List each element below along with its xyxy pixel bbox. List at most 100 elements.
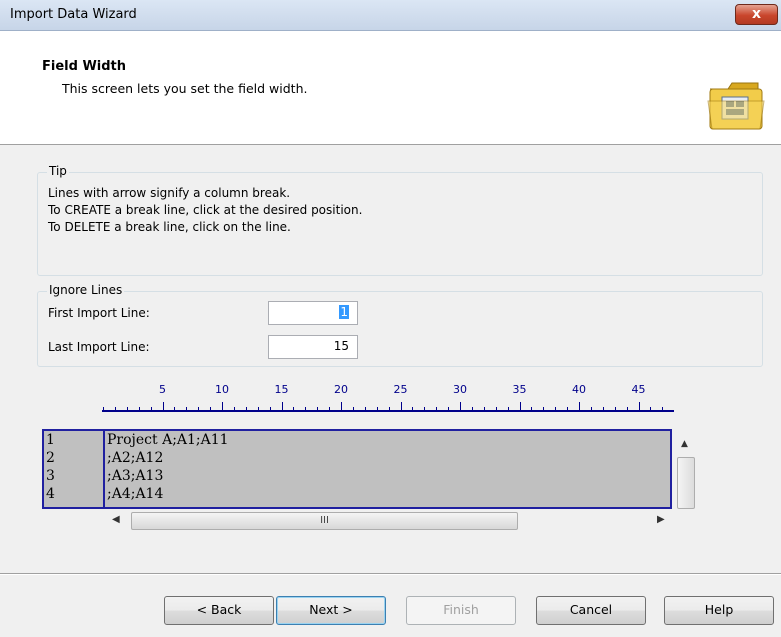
ruler-tick bbox=[114, 407, 116, 410]
tip-line: To DELETE a break line, click on the lin… bbox=[48, 220, 291, 234]
ruler-tick bbox=[222, 402, 223, 410]
title-bar: Import Data Wizard x bbox=[0, 0, 781, 31]
line-number: 2 bbox=[46, 450, 55, 466]
cancel-button[interactable]: Cancel bbox=[536, 596, 646, 625]
ruler-tick bbox=[352, 407, 354, 410]
ruler-tick bbox=[198, 407, 200, 410]
scroll-up-icon[interactable]: ▲ bbox=[681, 439, 688, 449]
ruler-tick bbox=[376, 407, 378, 410]
line-number: 1 bbox=[46, 432, 55, 448]
ignore-lines-legend: Ignore Lines bbox=[47, 283, 125, 297]
window-title: Import Data Wizard bbox=[10, 7, 137, 22]
ruler-tick bbox=[400, 402, 402, 410]
line-number: 4 bbox=[46, 486, 55, 502]
ruler-tick bbox=[436, 407, 438, 410]
folder-icon bbox=[707, 82, 765, 130]
ruler-tick bbox=[210, 407, 212, 410]
line-number-column: 1 2 3 4 bbox=[44, 431, 105, 507]
ruler-tick bbox=[638, 402, 640, 410]
data-preview[interactable]: 1 2 3 4 Project A;A1;A11 ;A2;A12 ;A3;A13… bbox=[42, 429, 672, 509]
preview-row: ;A4;A14 bbox=[107, 486, 164, 502]
ruler-tick bbox=[388, 407, 390, 410]
tip-legend: Tip bbox=[47, 164, 69, 178]
ruler-tick bbox=[305, 407, 307, 410]
footer-separator-highlight bbox=[0, 574, 781, 575]
scroll-grip-icon: III bbox=[320, 515, 329, 526]
horizontal-scroll-thumb[interactable]: III bbox=[131, 512, 518, 530]
ruler-tick bbox=[329, 407, 331, 410]
scroll-left-icon[interactable]: ◀ bbox=[112, 514, 120, 525]
first-import-line-label: First Import Line: bbox=[48, 306, 150, 320]
ruler-tick bbox=[293, 407, 295, 410]
ruler-tick bbox=[245, 407, 247, 410]
close-button[interactable]: x bbox=[735, 4, 778, 25]
ruler-baseline bbox=[102, 410, 674, 412]
column-ruler[interactable]: 5 10 15 20 25 30 35 40 45 bbox=[102, 383, 674, 413]
ruler-label: 10 bbox=[215, 383, 229, 396]
ruler-tick bbox=[138, 407, 140, 410]
ruler-tick bbox=[507, 407, 509, 410]
ruler-tick bbox=[412, 407, 414, 410]
wizard-header: Field Width This screen lets you set the… bbox=[0, 31, 781, 145]
ruler-tick bbox=[483, 407, 485, 410]
ruler-tick bbox=[519, 402, 521, 410]
ruler-tick bbox=[364, 407, 366, 410]
ruler-tick bbox=[103, 407, 104, 410]
vertical-scroll-thumb[interactable] bbox=[677, 457, 695, 509]
last-import-line-label: Last Import Line: bbox=[48, 340, 150, 354]
ruler-tick bbox=[531, 407, 533, 410]
ruler-label: 5 bbox=[159, 383, 166, 396]
tip-line: To CREATE a break line, click at the des… bbox=[48, 203, 363, 217]
ruler-tick bbox=[126, 407, 128, 410]
ruler-tick bbox=[567, 407, 569, 410]
ruler-tick bbox=[269, 407, 271, 410]
preview-row: ;A3;A13 bbox=[107, 468, 164, 484]
ruler-tick bbox=[448, 407, 450, 410]
next-button[interactable]: Next > bbox=[276, 596, 386, 625]
last-import-line-field[interactable]: 15 bbox=[268, 335, 358, 359]
ruler-tick bbox=[281, 402, 283, 410]
ruler-tick bbox=[471, 407, 473, 410]
ruler-tick bbox=[614, 407, 616, 410]
close-icon: x bbox=[751, 6, 762, 22]
ruler-tick bbox=[150, 407, 152, 410]
horizontal-scrollbar[interactable]: ◀ III ▶ bbox=[104, 511, 670, 531]
line-number: 3 bbox=[46, 468, 55, 484]
ruler-tick bbox=[317, 407, 319, 410]
ruler-tick bbox=[424, 407, 426, 410]
ruler-label: 45 bbox=[631, 383, 646, 396]
ruler-tick bbox=[650, 407, 652, 410]
ruler-label: 15 bbox=[274, 383, 289, 396]
scroll-right-icon[interactable]: ▶ bbox=[657, 514, 665, 525]
page-subtitle: This screen lets you set the field width… bbox=[62, 81, 308, 96]
ruler-label: 25 bbox=[393, 383, 408, 396]
ruler-tick bbox=[174, 407, 176, 410]
ruler-tick bbox=[662, 407, 664, 410]
first-import-line-field[interactable]: 1 bbox=[268, 301, 358, 325]
finish-button[interactable]: Finish bbox=[406, 596, 516, 625]
ruler-tick bbox=[233, 407, 235, 410]
ruler-label: 20 bbox=[334, 383, 348, 396]
ruler-label: 35 bbox=[512, 383, 527, 396]
ruler-tick bbox=[579, 402, 580, 410]
preview-data-area[interactable]: Project A;A1;A11 ;A2;A12 ;A3;A13 ;A4;A14 bbox=[105, 431, 670, 507]
help-button[interactable]: Help bbox=[664, 596, 774, 625]
ruler-tick bbox=[257, 407, 259, 410]
ruler-tick bbox=[555, 407, 557, 410]
content-area: Tip Lines with arrow signify a column br… bbox=[0, 145, 781, 569]
ruler-tick bbox=[602, 407, 604, 410]
preview-row: Project A;A1;A11 bbox=[107, 432, 229, 448]
preview-row: ;A2;A12 bbox=[107, 450, 164, 466]
ruler-tick bbox=[495, 407, 497, 410]
ignore-lines-group: Ignore Lines First Import Line: 1 Last I… bbox=[37, 283, 763, 367]
ruler-label: 30 bbox=[453, 383, 467, 396]
back-button[interactable]: < Back bbox=[164, 596, 274, 625]
ruler-tick bbox=[460, 402, 461, 410]
tip-line: Lines with arrow signify a column break. bbox=[48, 186, 291, 200]
first-import-line-value: 1 bbox=[339, 305, 349, 319]
page-title: Field Width bbox=[42, 59, 127, 74]
vertical-scrollbar[interactable]: ▲ bbox=[675, 429, 697, 509]
ruler-tick bbox=[543, 407, 545, 410]
tip-group: Tip Lines with arrow signify a column br… bbox=[37, 164, 763, 276]
ruler-tick bbox=[162, 402, 164, 410]
